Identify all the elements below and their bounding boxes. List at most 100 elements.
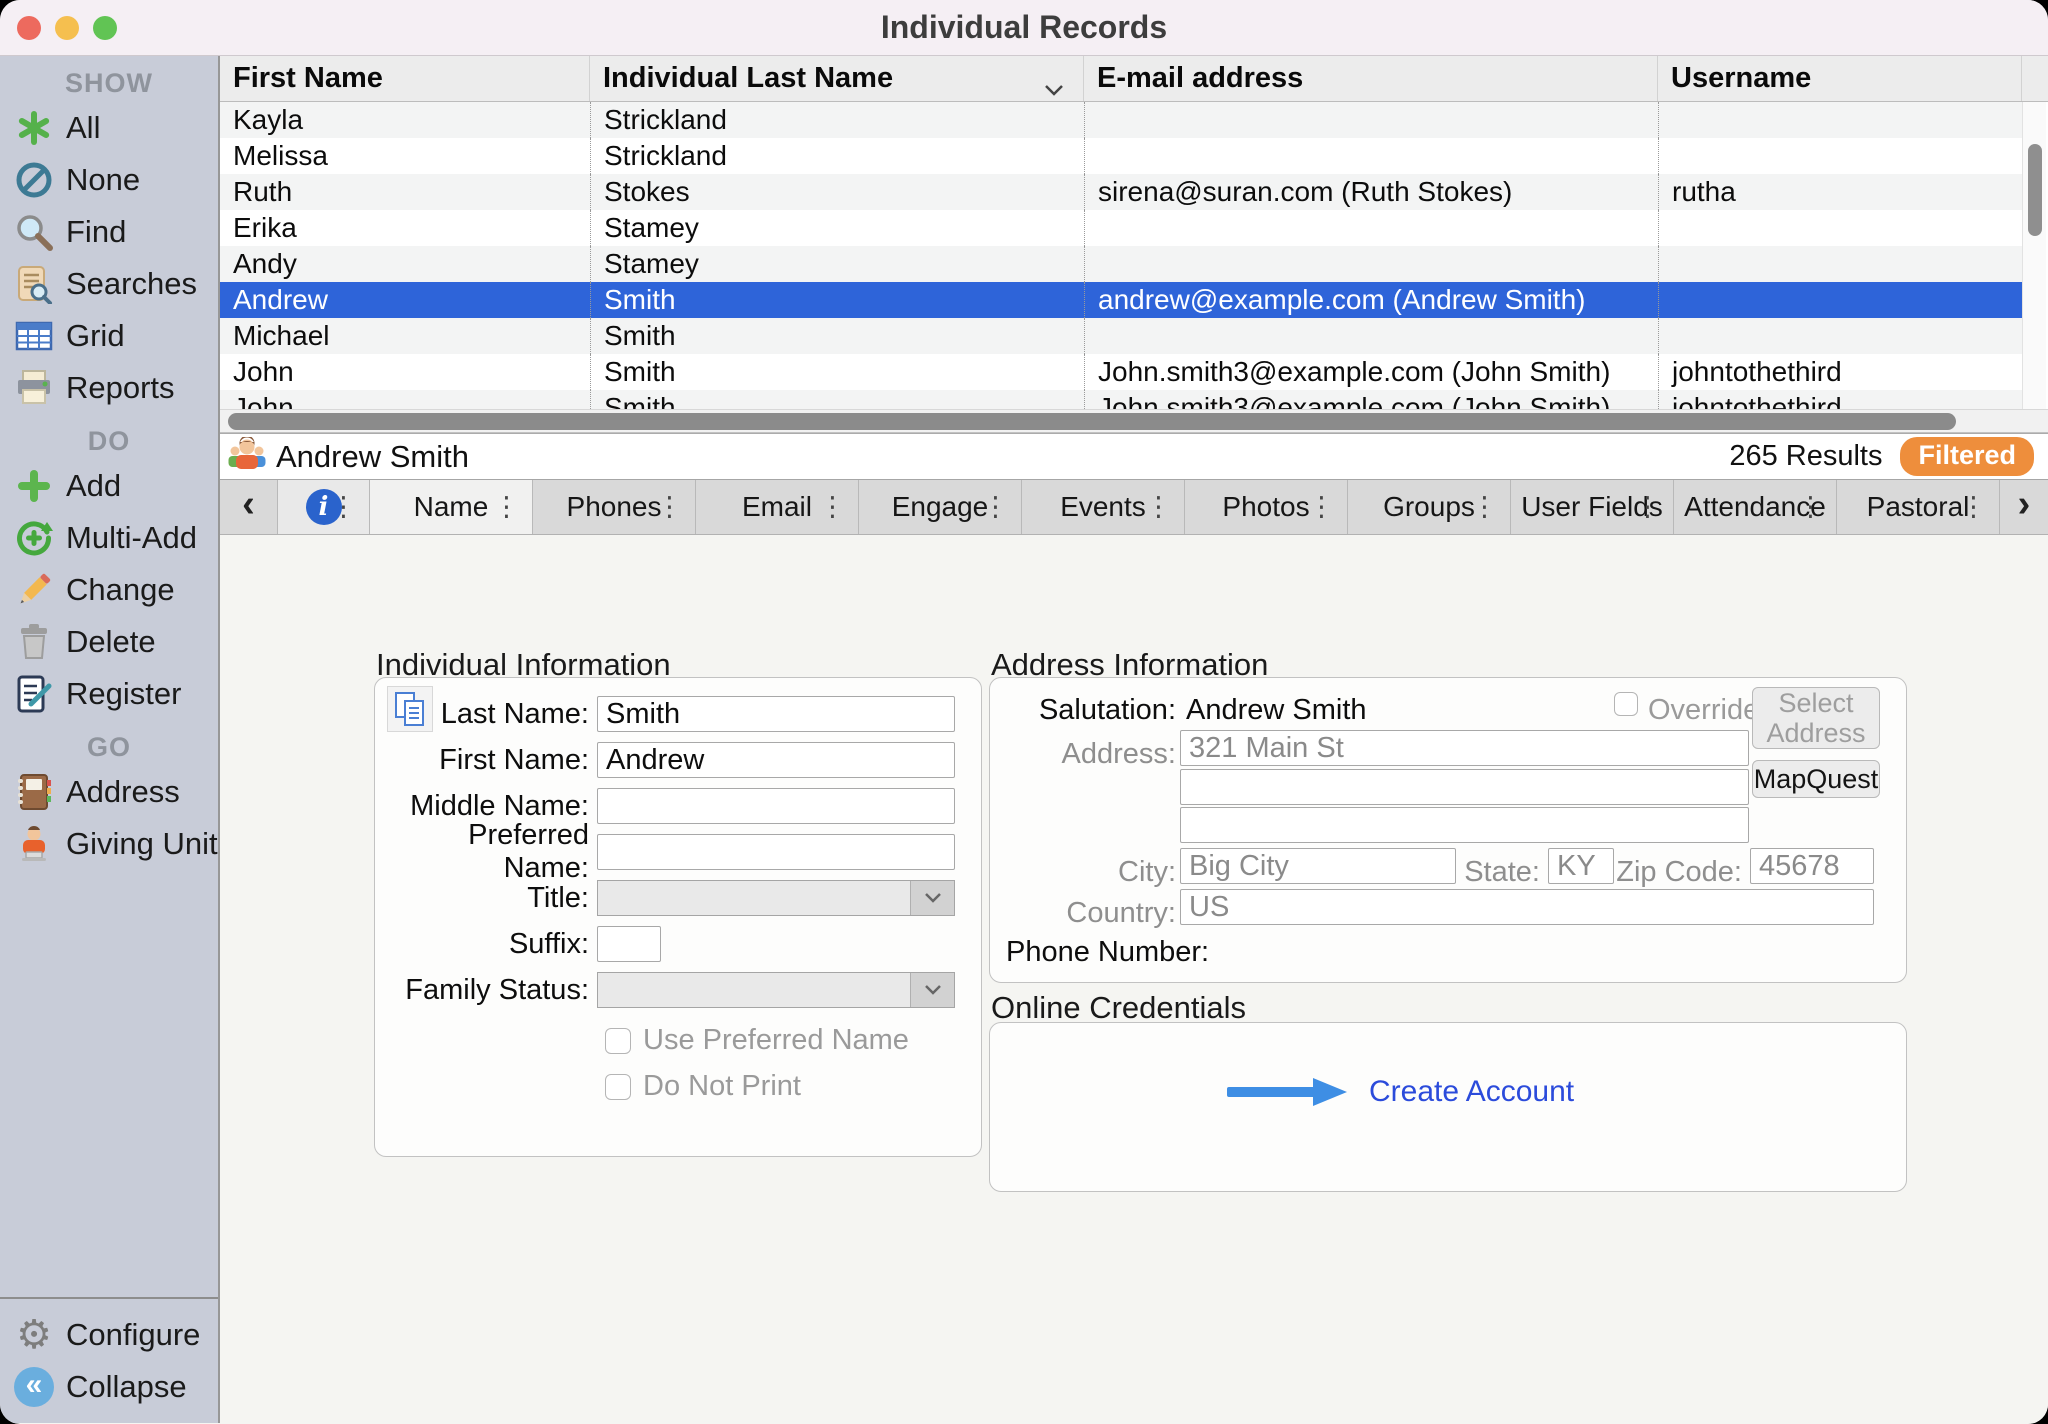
chevron-right-icon: ›	[2018, 483, 2031, 532]
tab-overflow-icon[interactable]: ⋮	[819, 492, 846, 523]
detail-tab[interactable]: Events ⋮	[1022, 480, 1185, 534]
detail-tab[interactable]: Name ⋮	[370, 480, 533, 534]
records-table-body: Kayla Strickland Melissa Strickland	[220, 102, 2022, 409]
select-address-button[interactable]: Select Address	[1752, 687, 1880, 749]
table-row[interactable]: Ruth Stokes sirena@suran.com (Ruth Stoke…	[220, 174, 2022, 210]
sidebar-item-label: Multi-Add	[66, 520, 197, 556]
detail-tab[interactable]: Attendance ⋮	[1674, 480, 1837, 534]
tab-overflow-icon[interactable]: ⋮	[982, 492, 1009, 523]
sidebar-item-register[interactable]: Register	[0, 668, 218, 720]
override-checkbox[interactable]	[1614, 692, 1638, 716]
table-row[interactable]: John Smith John.smith3@example.com (John…	[220, 354, 2022, 390]
sidebar-section-go: GO	[0, 728, 218, 766]
column-header-first-name[interactable]: First Name	[220, 56, 590, 101]
sidebar-item-address[interactable]: Address	[0, 766, 218, 818]
sidebar-item-add[interactable]: Add	[0, 460, 218, 512]
mapquest-button[interactable]: MapQuest	[1752, 760, 1880, 798]
cell-last-name: Stokes	[590, 174, 1084, 210]
tab-info[interactable]: i ⋮	[278, 480, 370, 534]
detail-tab[interactable]: Groups ⋮	[1348, 480, 1511, 534]
sidebar-item-find[interactable]: Find	[0, 206, 218, 258]
sidebar-item-label: Grid	[66, 318, 125, 354]
cell-last-name: Smith	[590, 318, 1084, 354]
detail-tab[interactable]: Photos ⋮	[1185, 480, 1348, 534]
country-field[interactable]	[1180, 889, 1874, 925]
family-status-select[interactable]	[597, 972, 955, 1008]
detail-tab[interactable]: User Fields ⋮	[1511, 480, 1674, 534]
cell-first-name: Kayla	[220, 102, 590, 138]
address-line2-field[interactable]	[1180, 769, 1749, 805]
sidebar-item-configure[interactable]: ⚙ Configure	[0, 1309, 218, 1361]
sidebar-item-grid[interactable]: Grid	[0, 310, 218, 362]
sidebar-item-none[interactable]: None	[0, 154, 218, 206]
tab-overflow-icon[interactable]: ⋮	[1145, 492, 1172, 523]
sidebar-item-multi-add[interactable]: Multi-Add	[0, 512, 218, 564]
country-label: Country:	[990, 897, 1176, 930]
first-name-label: First Name:	[375, 744, 597, 777]
cell-username	[1658, 246, 2022, 282]
vertical-scrollbar[interactable]	[2022, 102, 2046, 409]
sidebar-item-reports[interactable]: Reports	[0, 362, 218, 414]
vertical-scrollbar-thumb[interactable]	[2028, 144, 2042, 236]
column-header-email[interactable]: E-mail address	[1084, 56, 1658, 101]
suffix-label: Suffix:	[375, 928, 597, 961]
preferred-name-field[interactable]	[597, 834, 955, 870]
individual-information-panel: Last Name: First Name: Middle Name: Pref…	[374, 677, 982, 1157]
detail-tab[interactable]: Engage ⋮	[859, 480, 1022, 534]
cell-email: andrew@example.com (Andrew Smith)	[1084, 282, 1658, 318]
tab-overflow-icon[interactable]: ⋮	[1308, 492, 1335, 523]
table-row[interactable]: Andrew Smith andrew@example.com (Andrew …	[220, 282, 2022, 318]
tab-overflow-icon[interactable]: ⋮	[330, 492, 357, 523]
sidebar-item-searches[interactable]: Searches	[0, 258, 218, 310]
address-line1-field[interactable]	[1180, 730, 1749, 766]
online-credentials-panel: Create Account	[989, 1022, 1907, 1192]
tab-overflow-icon[interactable]: ⋮	[1797, 492, 1824, 523]
sidebar-item-delete[interactable]: Delete	[0, 616, 218, 668]
tab-overflow-icon[interactable]: ⋮	[656, 492, 683, 523]
family-status-select-value	[598, 973, 910, 1007]
do-not-print-checkbox[interactable]	[605, 1074, 631, 1100]
suffix-field[interactable]	[597, 926, 661, 962]
preferred-name-label: Preferred Name:	[375, 819, 597, 885]
detail-tab[interactable]: Phones ⋮	[533, 480, 696, 534]
last-name-field[interactable]	[597, 696, 955, 732]
sidebar-item-change[interactable]: Change	[0, 564, 218, 616]
tab-overflow-icon[interactable]: ⋮	[1634, 492, 1661, 523]
create-account-link[interactable]: Create Account	[1369, 1075, 1574, 1109]
table-row[interactable]: Andy Stamey	[220, 246, 2022, 282]
first-name-field[interactable]	[597, 742, 955, 778]
detail-tab[interactable]: Pastoral ⋮	[1837, 480, 2000, 534]
address-line3-field[interactable]	[1180, 807, 1749, 843]
column-header-last-name[interactable]: Individual Last Name	[590, 56, 1084, 101]
tabs-scroll-right-button[interactable]: ›	[2000, 480, 2048, 534]
address-information-panel: Salutation: Andrew Smith Override Select…	[989, 677, 1907, 983]
sidebar-item-all[interactable]: All	[0, 102, 218, 154]
sidebar-section-show: SHOW	[0, 64, 218, 102]
sidebar-item-label: None	[66, 162, 140, 198]
title-select[interactable]	[597, 880, 955, 916]
zip-code-field[interactable]	[1750, 848, 1874, 884]
table-row[interactable]: Erika Stamey	[220, 210, 2022, 246]
city-field[interactable]	[1180, 848, 1456, 884]
horizontal-scrollbar-thumb[interactable]	[228, 413, 1956, 430]
horizontal-scrollbar[interactable]	[220, 409, 2048, 433]
table-row[interactable]: Melissa Strickland	[220, 138, 2022, 174]
multi-add-icon	[12, 516, 56, 560]
tab-overflow-icon[interactable]: ⋮	[1471, 492, 1498, 523]
tab-overflow-icon[interactable]: ⋮	[1960, 492, 1987, 523]
filtered-badge[interactable]: Filtered	[1900, 437, 2034, 476]
sidebar-item-giving-unit[interactable]: Giving Unit	[0, 818, 218, 870]
tabs-scroll-left-button[interactable]: ‹	[220, 480, 278, 534]
results-count: 265 Results	[1729, 440, 1882, 473]
table-row[interactable]: John Smith John.smith3@example.com (John…	[220, 390, 2022, 409]
tab-overflow-icon[interactable]: ⋮	[493, 492, 520, 523]
middle-name-field[interactable]	[597, 788, 955, 824]
use-preferred-name-checkbox[interactable]	[605, 1028, 631, 1054]
column-header-username[interactable]: Username	[1658, 56, 2022, 101]
cell-first-name: John	[220, 390, 590, 409]
sidebar-item-collapse[interactable]: « Collapse	[0, 1361, 218, 1413]
table-row[interactable]: Michael Smith	[220, 318, 2022, 354]
detail-tab[interactable]: Email ⋮	[696, 480, 859, 534]
table-row[interactable]: Kayla Strickland	[220, 102, 2022, 138]
tab-label: Engage	[892, 491, 989, 523]
